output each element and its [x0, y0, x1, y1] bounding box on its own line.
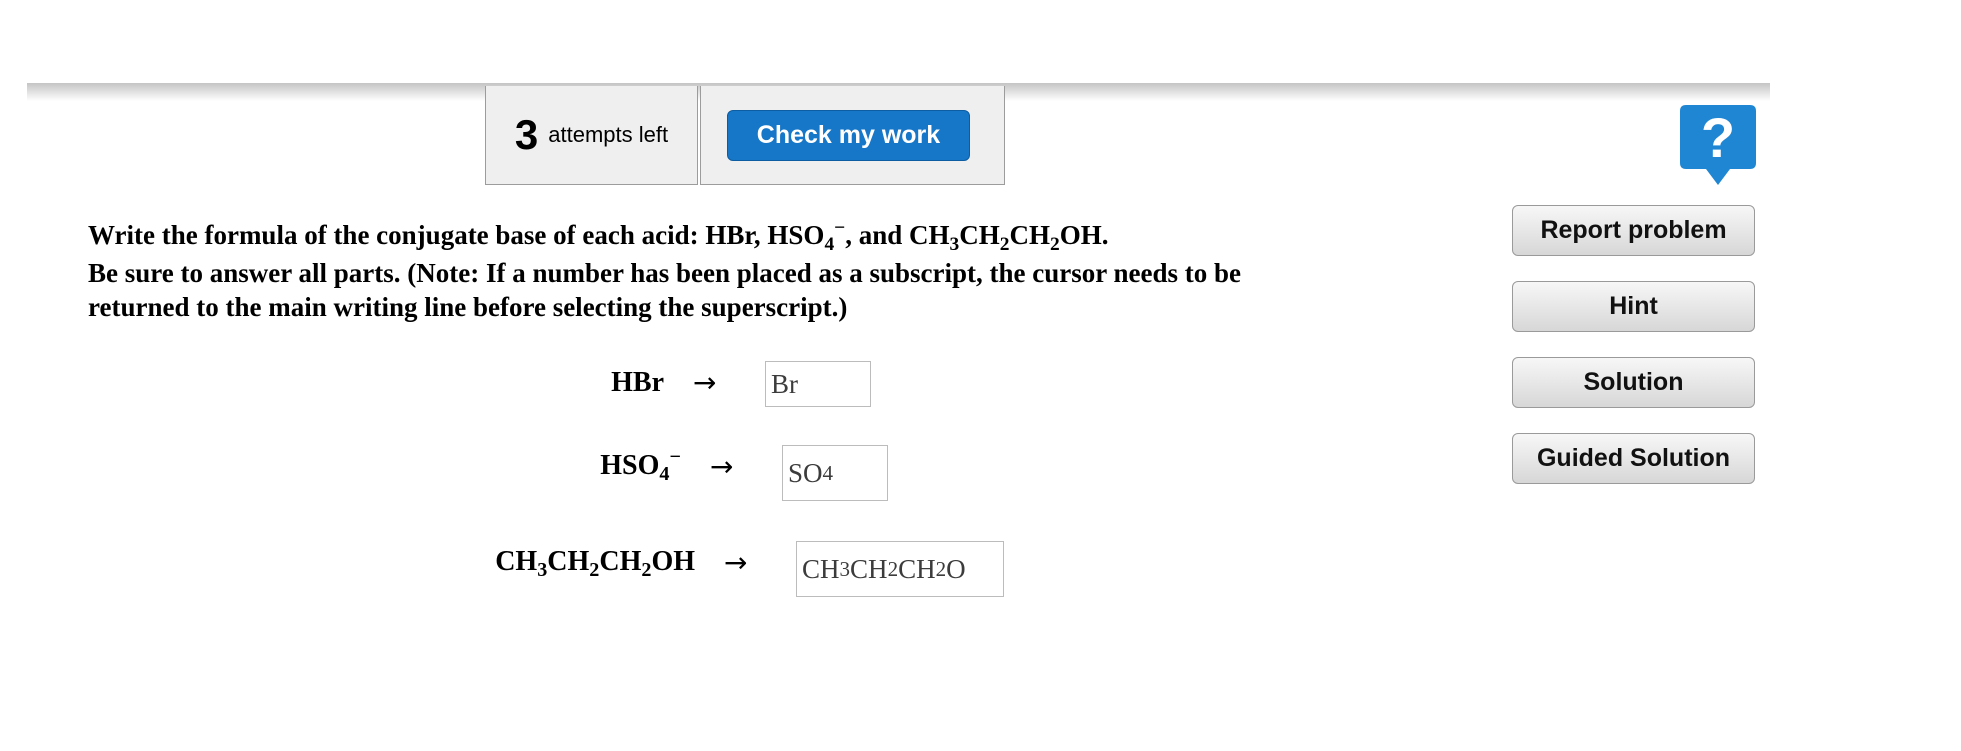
solution-button[interactable]: Solution	[1512, 357, 1755, 408]
question-line-3: returned to the main writing line before…	[88, 292, 848, 322]
hint-button[interactable]: Hint	[1512, 281, 1755, 332]
question-glyph: ?	[1701, 106, 1735, 169]
arrow-icon: →	[724, 546, 748, 579]
acid-label-propanol: CH3CH2CH2OH	[495, 546, 695, 582]
check-work-panel: Check my work	[700, 86, 1005, 185]
check-my-work-button[interactable]: Check my work	[727, 110, 970, 161]
acid-label-hso4: HSO4−	[600, 445, 681, 486]
acid-label-hbr: HBr	[611, 367, 664, 398]
question-line-2: Be sure to answer all parts. (Note: If a…	[88, 258, 1241, 288]
arrow-icon: →	[710, 450, 734, 483]
answer-input-hbr[interactable]: Br	[765, 361, 871, 407]
arrow-icon: →	[693, 366, 717, 399]
question-icon[interactable]: ?	[1678, 103, 1758, 187]
attempts-counter: 3 attempts left	[485, 86, 698, 185]
attempts-count: 3	[514, 111, 539, 158]
question-text: Write the formula of the conjugate base …	[88, 218, 1418, 324]
answer-input-hso4[interactable]: SO 4	[782, 445, 888, 501]
report-problem-button[interactable]: Report problem	[1512, 205, 1755, 256]
answer-input-propanol[interactable]: CH 3 CH 2 CH 2 O	[796, 541, 1004, 597]
guided-solution-button[interactable]: Guided Solution	[1512, 433, 1755, 484]
question-line-1: Write the formula of the conjugate base …	[88, 217, 1109, 255]
attempts-label: attempts left	[548, 122, 669, 147]
